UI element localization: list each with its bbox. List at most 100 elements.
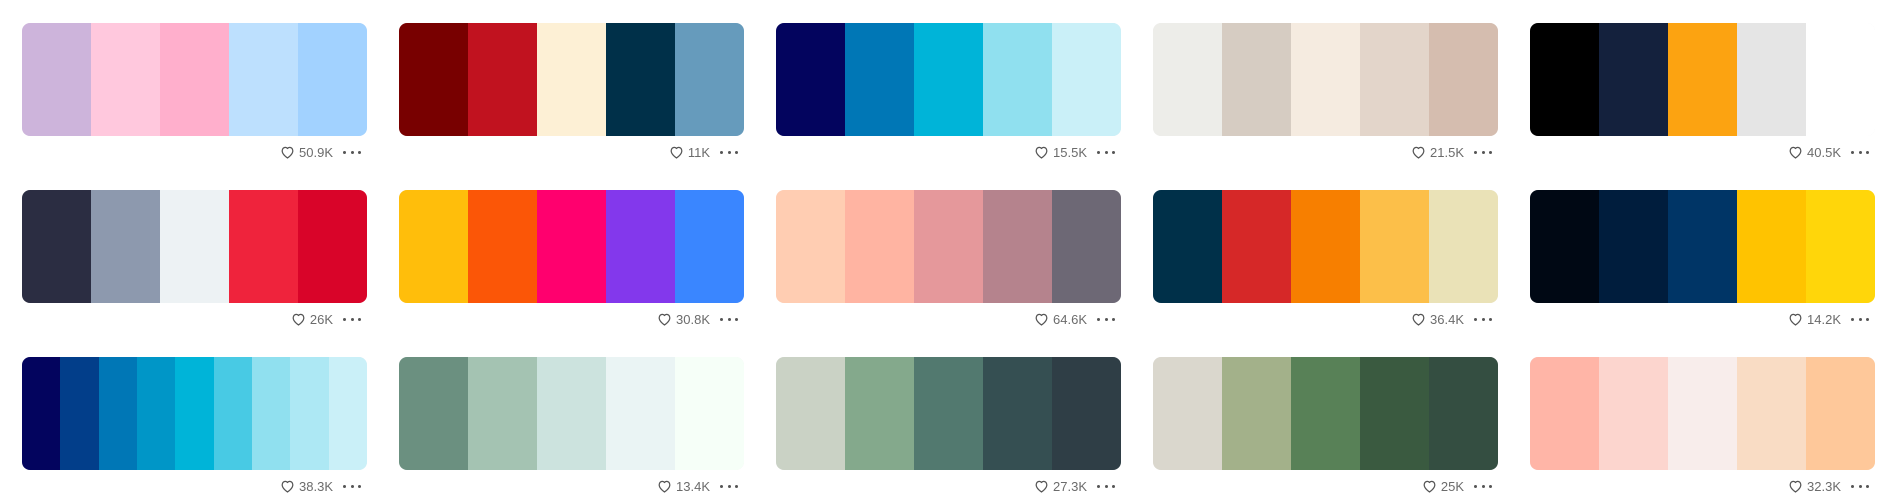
palette-swatches[interactable] — [776, 23, 1121, 136]
color-swatch[interactable] — [1806, 23, 1875, 136]
color-swatch[interactable] — [1222, 23, 1291, 136]
more-options-icon[interactable] — [1851, 312, 1869, 326]
color-swatch[interactable] — [1668, 357, 1737, 470]
color-swatch[interactable] — [1806, 357, 1875, 470]
like-button[interactable]: 15.5K — [1034, 145, 1087, 160]
color-swatch[interactable] — [91, 23, 160, 136]
color-swatch[interactable] — [1153, 190, 1222, 303]
like-button[interactable]: 30.8K — [657, 312, 710, 327]
color-swatch[interactable] — [845, 357, 914, 470]
color-swatch[interactable] — [1360, 23, 1429, 136]
color-swatch[interactable] — [1360, 190, 1429, 303]
color-swatch[interactable] — [229, 190, 298, 303]
color-swatch[interactable] — [468, 357, 537, 470]
more-options-icon[interactable] — [1097, 145, 1115, 159]
color-swatch[interactable] — [229, 23, 298, 136]
like-button[interactable]: 11K — [669, 145, 710, 160]
palette-swatches[interactable] — [776, 190, 1121, 303]
color-swatch[interactable] — [1052, 23, 1121, 136]
color-swatch[interactable] — [1530, 190, 1599, 303]
color-swatch[interactable] — [22, 357, 61, 470]
color-swatch[interactable] — [776, 357, 845, 470]
color-swatch[interactable] — [98, 357, 137, 470]
color-swatch[interactable] — [1291, 190, 1360, 303]
color-swatch[interactable] — [1429, 190, 1498, 303]
palette-swatches[interactable] — [1530, 190, 1875, 303]
palette-swatches[interactable] — [399, 190, 744, 303]
color-swatch[interactable] — [328, 357, 367, 470]
color-swatch[interactable] — [537, 357, 606, 470]
color-swatch[interactable] — [845, 23, 914, 136]
like-button[interactable]: 27.3K — [1034, 479, 1087, 494]
color-swatch[interactable] — [983, 357, 1052, 470]
color-swatch[interactable] — [537, 190, 606, 303]
color-swatch[interactable] — [675, 190, 744, 303]
color-swatch[interactable] — [1222, 190, 1291, 303]
like-button[interactable]: 36.4K — [1411, 312, 1464, 327]
palette-swatches[interactable] — [22, 23, 367, 136]
color-swatch[interactable] — [1052, 190, 1121, 303]
color-swatch[interactable] — [213, 357, 252, 470]
palette-swatches[interactable] — [1153, 357, 1498, 470]
color-swatch[interactable] — [1599, 23, 1668, 136]
like-button[interactable]: 26K — [291, 312, 333, 327]
color-swatch[interactable] — [606, 357, 675, 470]
more-options-icon[interactable] — [1097, 312, 1115, 326]
color-swatch[interactable] — [1153, 357, 1222, 470]
palette-swatches[interactable] — [1530, 23, 1875, 136]
color-swatch[interactable] — [160, 23, 229, 136]
like-button[interactable]: 38.3K — [280, 479, 333, 494]
color-swatch[interactable] — [537, 23, 606, 136]
color-swatch[interactable] — [983, 23, 1052, 136]
like-button[interactable]: 13.4K — [657, 479, 710, 494]
color-swatch[interactable] — [1737, 357, 1806, 470]
color-swatch[interactable] — [1737, 23, 1806, 136]
color-swatch[interactable] — [468, 23, 537, 136]
color-swatch[interactable] — [1291, 23, 1360, 136]
color-swatch[interactable] — [675, 357, 744, 470]
color-swatch[interactable] — [22, 23, 91, 136]
color-swatch[interactable] — [1429, 23, 1498, 136]
color-swatch[interactable] — [983, 190, 1052, 303]
like-button[interactable]: 32.3K — [1788, 479, 1841, 494]
color-swatch[interactable] — [1530, 23, 1599, 136]
color-swatch[interactable] — [399, 357, 468, 470]
color-swatch[interactable] — [298, 190, 367, 303]
color-swatch[interactable] — [91, 190, 160, 303]
color-swatch[interactable] — [136, 357, 176, 470]
palette-swatches[interactable] — [1153, 190, 1498, 303]
color-swatch[interactable] — [468, 190, 537, 303]
color-swatch[interactable] — [298, 23, 367, 136]
like-button[interactable]: 21.5K — [1411, 145, 1464, 160]
palette-swatches[interactable] — [22, 190, 367, 303]
more-options-icon[interactable] — [1474, 145, 1492, 159]
color-swatch[interactable] — [606, 23, 675, 136]
color-swatch[interactable] — [914, 23, 983, 136]
palette-swatches[interactable] — [22, 357, 367, 470]
palette-swatches[interactable] — [776, 357, 1121, 470]
color-swatch[interactable] — [251, 357, 291, 470]
more-options-icon[interactable] — [1474, 312, 1492, 326]
color-swatch[interactable] — [1737, 190, 1806, 303]
color-swatch[interactable] — [1429, 357, 1498, 470]
color-swatch[interactable] — [1360, 357, 1429, 470]
more-options-icon[interactable] — [720, 145, 738, 159]
palette-swatches[interactable] — [1153, 23, 1498, 136]
color-swatch[interactable] — [1291, 357, 1360, 470]
color-swatch[interactable] — [1153, 23, 1222, 136]
color-swatch[interactable] — [1222, 357, 1291, 470]
color-swatch[interactable] — [776, 190, 845, 303]
like-button[interactable]: 50.9K — [280, 145, 333, 160]
color-swatch[interactable] — [914, 357, 983, 470]
color-swatch[interactable] — [1806, 190, 1875, 303]
color-swatch[interactable] — [22, 190, 91, 303]
palette-swatches[interactable] — [399, 23, 744, 136]
color-swatch[interactable] — [175, 357, 214, 470]
color-swatch[interactable] — [160, 190, 229, 303]
color-swatch[interactable] — [1599, 190, 1668, 303]
color-swatch[interactable] — [1530, 357, 1599, 470]
color-swatch[interactable] — [290, 357, 329, 470]
color-swatch[interactable] — [606, 190, 675, 303]
like-button[interactable]: 40.5K — [1788, 145, 1841, 160]
color-swatch[interactable] — [399, 23, 468, 136]
